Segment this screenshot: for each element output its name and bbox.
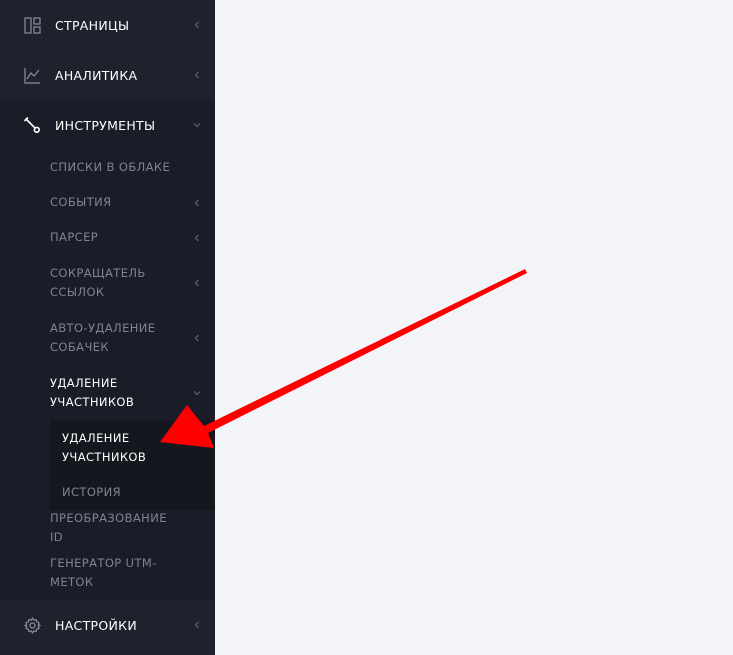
sidebar-item-analytics[interactable]: АНАЛИТИКА [0, 50, 215, 100]
chevron-down-icon [193, 389, 201, 397]
remove-members-submenu: УДАЛЕНИЕ УЧАСТНИКОВ ИСТОРИЯ [50, 420, 215, 510]
submenu-item-label: АВТО-УДАЛЕНИЕ СОБАЧЕК [50, 320, 156, 354]
chevron-left-icon [193, 279, 201, 287]
submenu-item-utm-generator[interactable]: ГЕНЕРАТОР UTM-МЕТОК [0, 545, 215, 600]
submenu-item-auto-remove-dogs[interactable]: АВТО-УДАЛЕНИЕ СОБАЧЕК [0, 310, 215, 365]
sidebar-item-tools[interactable]: ИНСТРУМЕНТЫ [0, 100, 215, 150]
submenu-item-link-shortener[interactable]: СОКРАЩАТЕЛЬ ССЫЛОК [0, 255, 215, 310]
submenu-item-id-conversion[interactable]: ПРЕОБРАЗОВАНИЕ ID [0, 510, 215, 545]
chevron-left-icon [193, 334, 201, 342]
submenu-item-label: ПАРСЕР [50, 230, 99, 244]
submenu-item-label: СОБЫТИЯ [50, 195, 112, 209]
subsubmenu-item-history[interactable]: ИСТОРИЯ [50, 475, 215, 510]
submenu-item-label: ИСТОРИЯ [62, 485, 122, 499]
submenu-item-label: ГЕНЕРАТОР UTM-МЕТОК [50, 555, 157, 589]
app-window: СТРАНИЦЫ АНАЛИТИКА ИНСТРУМЕНТЫ СПИСКИ В … [0, 0, 733, 655]
chevron-left-icon [193, 21, 201, 29]
sidebar-item-label: АНАЛИТИКА [55, 67, 138, 83]
submenu-item-label: СОКРАЩАТЕЛЬ ССЫЛОК [50, 265, 146, 299]
sidebar-item-label: НАСТРОЙКИ [55, 617, 137, 633]
subsubmenu-item-remove-members[interactable]: УДАЛЕНИЕ УЧАСТНИКОВ [50, 420, 215, 475]
wrench-icon [23, 116, 41, 134]
chevron-left-icon [193, 199, 201, 207]
sidebar-item-pages[interactable]: СТРАНИЦЫ [0, 0, 215, 50]
pages-layout-icon [23, 16, 41, 34]
submenu-item-parser[interactable]: ПАРСЕР [0, 220, 215, 255]
analytics-chart-icon [23, 66, 41, 84]
main-content [215, 0, 733, 655]
chevron-down-icon [193, 121, 201, 129]
submenu-item-remove-members[interactable]: УДАЛЕНИЕ УЧАСТНИКОВ [0, 365, 215, 420]
submenu-item-label: ПРЕОБРАЗОВАНИЕ ID [50, 510, 167, 544]
submenu-item-label: УДАЛЕНИЕ УЧАСТНИКОВ [50, 375, 135, 409]
submenu-item-events[interactable]: СОБЫТИЯ [0, 185, 215, 220]
sidebar: СТРАНИЦЫ АНАЛИТИКА ИНСТРУМЕНТЫ СПИСКИ В … [0, 0, 215, 655]
sidebar-item-label: ИНСТРУМЕНТЫ [55, 117, 156, 133]
submenu-item-label: УДАЛЕНИЕ УЧАСТНИКОВ [62, 430, 147, 464]
gear-icon [23, 616, 41, 634]
sidebar-item-label: СТРАНИЦЫ [55, 17, 130, 33]
chevron-left-icon [193, 234, 201, 242]
sidebar-item-settings[interactable]: НАСТРОЙКИ [0, 600, 215, 650]
chevron-left-icon [193, 71, 201, 79]
tools-submenu: СПИСКИ В ОБЛАКЕ СОБЫТИЯ ПАРСЕР СОКРАЩАТЕ… [0, 150, 215, 600]
submenu-item-cloud-lists[interactable]: СПИСКИ В ОБЛАКЕ [0, 150, 215, 185]
chevron-left-icon [193, 621, 201, 629]
submenu-item-label: СПИСКИ В ОБЛАКЕ [50, 160, 171, 174]
